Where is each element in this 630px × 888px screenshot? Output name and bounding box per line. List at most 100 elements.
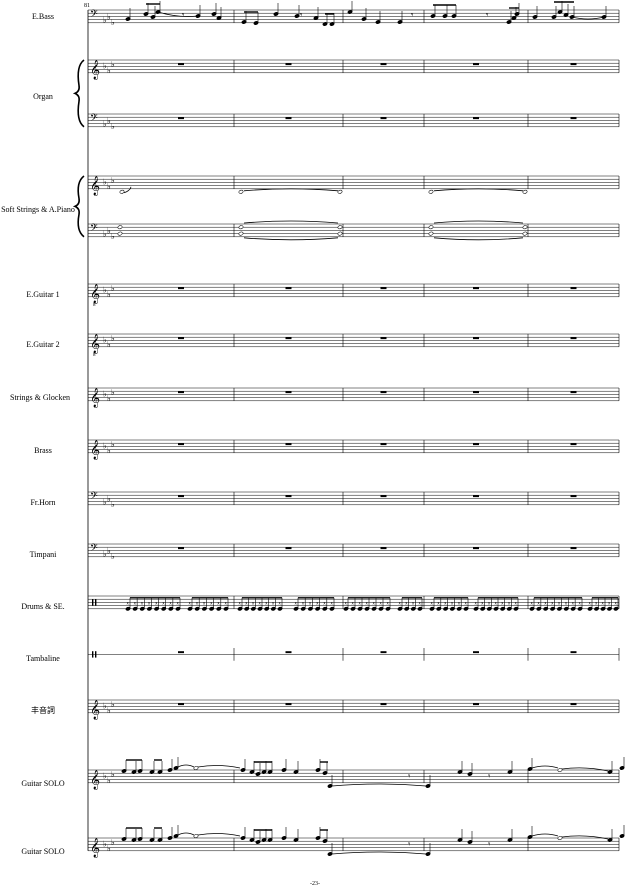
whole-rest-icon — [178, 651, 184, 654]
guitar-solo-1-tie — [331, 783, 427, 787]
flat-icon: ♭ — [111, 552, 115, 561]
rest-icon: 𝄾 — [408, 840, 411, 850]
whole-rest-icon — [285, 443, 292, 446]
whole-rest-icon — [473, 337, 479, 340]
whole-rest-icon — [178, 391, 184, 394]
flat-icon: ♭ — [111, 700, 115, 709]
cymbal-x-icon: x — [331, 600, 334, 605]
whole-rest-icon — [473, 63, 479, 66]
piano-tie — [243, 237, 339, 241]
cymbal-x-icon: x — [444, 600, 447, 605]
label-vocal: 丰音詞 — [31, 705, 55, 715]
whole-rest-icon — [570, 443, 577, 446]
page-number: -23- — [310, 881, 320, 887]
treble-clef-icon: 𝄞 — [90, 770, 100, 790]
cymbal-x-icon: x — [225, 600, 228, 605]
label-brass: Brass — [34, 446, 52, 455]
cymbal-x-icon: x — [380, 600, 383, 605]
whole-rest-icon — [570, 495, 577, 498]
percussion-clef-icon — [95, 599, 97, 606]
cymbal-x-icon: x — [572, 600, 575, 605]
cymbal-x-icon: x — [316, 600, 319, 605]
guitar-solo-2-tie — [531, 833, 559, 837]
score-page: 81 E.Bass Organ Soft Strings & A.Piano E… — [1, 1, 625, 887]
whole-rest-icon — [473, 391, 479, 394]
piano-tie — [123, 186, 132, 194]
whole-rest-icon — [285, 547, 292, 550]
piano-chord-note — [428, 231, 434, 236]
cymbal-x-icon: x — [295, 600, 298, 605]
cymbal-x-icon: x — [551, 600, 554, 605]
cymbal-x-icon: x — [245, 600, 248, 605]
bass-clef-icon: 𝄢 — [90, 542, 98, 556]
cymbal-x-icon: x — [323, 600, 326, 605]
piano-chord-note — [117, 231, 123, 236]
whole-rest-icon — [178, 337, 184, 340]
cymbal-x-icon: x — [515, 600, 518, 605]
cymbal-x-icon: x — [169, 600, 172, 605]
flat-icon: ♭ — [111, 60, 115, 69]
cymbal-x-icon: x — [615, 600, 618, 605]
cymbal-x-icon: x — [537, 600, 540, 605]
label-organ: Organ — [33, 92, 53, 101]
whole-rest-icon — [473, 117, 479, 120]
piano-note — [428, 189, 434, 194]
cymbal-x-icon: x — [252, 600, 255, 605]
cymbal-x-icon: x — [366, 600, 369, 605]
cymbal-x-icon: x — [458, 600, 461, 605]
cymbal-x-icon: x — [465, 600, 468, 605]
cymbal-x-icon: x — [579, 600, 582, 605]
whole-rest-icon — [570, 63, 577, 66]
whole-rest-icon — [178, 547, 184, 550]
flat-icon: ♭ — [111, 770, 115, 779]
whole-rest-icon — [570, 287, 577, 290]
whole-rest-icon — [380, 495, 387, 498]
percussion-clef-icon — [95, 651, 97, 658]
cymbal-x-icon: x — [475, 600, 478, 605]
label-soft-strings: Soft Strings & A.Piano — [1, 205, 75, 214]
cymbal-x-icon: x — [162, 600, 165, 605]
cymbal-x-icon: x — [203, 600, 206, 605]
cymbal-x-icon: x — [177, 600, 180, 605]
bass-tie — [571, 16, 605, 20]
treble-clef-icon: 𝄞 — [90, 284, 100, 304]
flat-icon: ♭ — [111, 176, 115, 185]
whole-rest-icon — [285, 703, 292, 706]
cymbal-x-icon: x — [565, 600, 568, 605]
piano-note — [337, 189, 343, 194]
cymbal-x-icon: x — [589, 600, 592, 605]
whole-rest-icon — [380, 443, 387, 446]
cymbal-x-icon: x — [495, 600, 498, 605]
flat-icon: ♭ — [111, 122, 115, 131]
rest-icon: 𝄾 — [488, 772, 491, 782]
cymbal-x-icon: x — [148, 600, 151, 605]
whole-rest-icon — [473, 651, 479, 654]
cymbal-x-icon: x — [373, 600, 376, 605]
guitar-solo-1-half-note — [557, 768, 563, 772]
piano-chord-note — [238, 225, 244, 230]
cymbal-x-icon: x — [189, 600, 192, 605]
cymbal-x-icon: x — [437, 600, 440, 605]
piano-chord-note — [337, 225, 343, 230]
cymbal-x-icon: x — [558, 600, 561, 605]
label-guitar-solo-2: Guitar SOLO — [21, 847, 65, 856]
guitar-solo-1-tie — [197, 765, 241, 769]
piano-chord-note — [117, 225, 123, 230]
cymbal-x-icon: x — [488, 600, 491, 605]
treble-clef-icon: 𝄞 — [90, 176, 100, 196]
flat-icon: ♭ — [111, 284, 115, 293]
whole-rest-icon — [380, 63, 387, 66]
whole-rest-icon — [570, 547, 577, 550]
whole-rest-icon — [570, 703, 577, 706]
treble-clef-icon: 𝄞 — [90, 838, 100, 858]
cymbal-x-icon: x — [196, 600, 199, 605]
bass-clef-icon: 𝄢 — [90, 112, 98, 126]
cymbal-x-icon: x — [352, 600, 355, 605]
whole-rest-icon — [178, 63, 184, 66]
rest-icon: 𝄾 — [488, 840, 491, 850]
whole-rest-icon — [285, 117, 292, 120]
piano-tie — [433, 220, 524, 224]
treble-clef-icon: 𝄞 — [90, 700, 100, 720]
bass-clef-icon: 𝄢 — [90, 490, 98, 504]
whole-rest-icon — [285, 63, 292, 66]
